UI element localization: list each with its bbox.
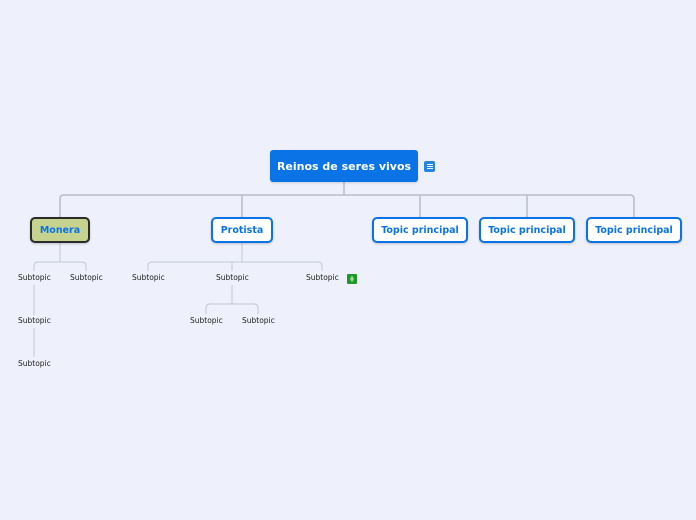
subtopic-label: Subtopic: [18, 359, 51, 368]
topic-monera[interactable]: Monera: [30, 217, 90, 243]
subtopic-protista-2[interactable]: Subtopic: [216, 272, 249, 284]
mindmap-canvas: Reinos de seres vivos Monera Protista To…: [0, 0, 696, 520]
subtopic-label: Subtopic: [18, 316, 51, 325]
connector-protista-sub-bar: [205, 303, 259, 314]
subtopic-label: Subtopic: [70, 273, 103, 282]
connector-protista-bar: [147, 261, 323, 271]
topic-label: Protista: [220, 224, 264, 236]
subtopic-monera-4[interactable]: Subtopic: [18, 358, 51, 370]
leaf-icon[interactable]: [347, 274, 357, 284]
topic-principal-3[interactable]: Topic principal: [586, 217, 682, 243]
subtopic-label: Subtopic: [242, 316, 275, 325]
topic-principal-1[interactable]: Topic principal: [372, 217, 468, 243]
central-topic-label: Reinos de seres vivos: [276, 159, 412, 173]
subtopic-label: Subtopic: [132, 273, 165, 282]
topic-principal-2[interactable]: Topic principal: [479, 217, 575, 243]
topic-label: Monera: [39, 224, 81, 236]
subtopic-monera-1[interactable]: Subtopic: [18, 272, 51, 284]
subtopic-protista-1[interactable]: Subtopic: [132, 272, 165, 284]
central-topic[interactable]: Reinos de seres vivos: [270, 150, 418, 182]
topic-protista[interactable]: Protista: [211, 217, 273, 243]
connector-main-bar: [59, 194, 635, 217]
topic-label: Topic principal: [488, 224, 566, 236]
subtopic-monera-3[interactable]: Subtopic: [18, 315, 51, 327]
connector-monera-bar: [33, 261, 87, 271]
subtopic-protista-5[interactable]: Subtopic: [242, 315, 275, 327]
connector-lines: [33, 182, 635, 357]
topic-label: Topic principal: [595, 224, 673, 236]
subtopic-label: Subtopic: [18, 273, 51, 282]
subtopic-label: Subtopic: [216, 273, 249, 282]
subtopic-label: Subtopic: [306, 273, 339, 282]
subtopic-label: Subtopic: [190, 316, 223, 325]
subtopic-protista-4[interactable]: Subtopic: [190, 315, 223, 327]
subtopic-monera-2[interactable]: Subtopic: [70, 272, 103, 284]
subtopic-protista-3[interactable]: Subtopic: [306, 272, 339, 284]
note-icon[interactable]: [424, 161, 435, 172]
topic-label: Topic principal: [381, 224, 459, 236]
